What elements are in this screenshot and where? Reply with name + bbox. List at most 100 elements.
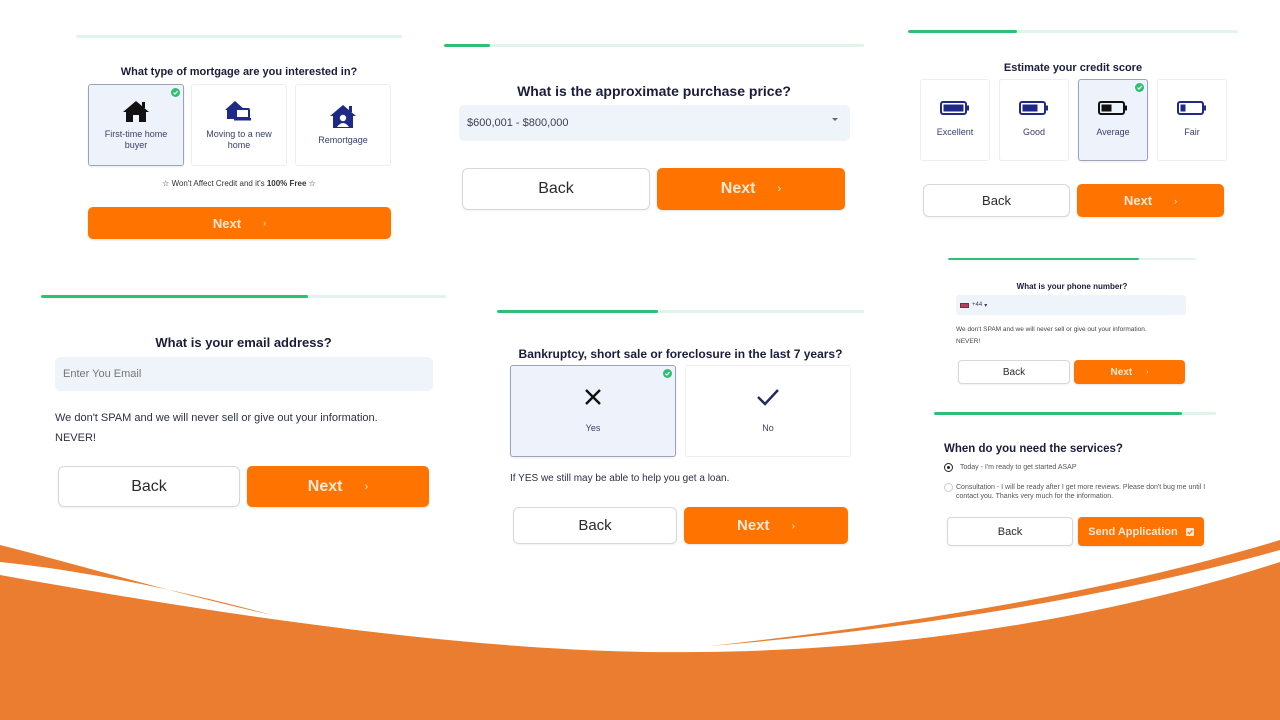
spam-note-line1: We don't SPAM and we will never sell or … [956, 326, 1147, 333]
back-button[interactable]: Back [462, 168, 650, 210]
next-label: Next [1110, 366, 1133, 378]
house-laptop-icon [225, 100, 251, 121]
next-label: Next [212, 215, 242, 231]
option-moving-home[interactable]: Moving to a new home [191, 84, 287, 166]
option-label: Good [1022, 127, 1046, 138]
spam-note: We don't SPAM and we will never sell or … [55, 408, 378, 448]
purchase-price-panel: What is the approximate purchase price? … [444, 40, 864, 215]
next-label: Next [736, 517, 770, 534]
credit-score-panel: Estimate your credit score Excellent Goo… [908, 27, 1238, 222]
progress-bar [76, 35, 402, 38]
progress-fill [41, 295, 309, 298]
select-value: $600,001 - $800,000 [467, 117, 569, 129]
spam-note-line2: NEVER! [956, 338, 981, 345]
progress-fill [444, 44, 491, 47]
spam-note: We don't SPAM and we will never sell or … [956, 324, 1147, 348]
question-title: What is your email address? [155, 335, 332, 350]
question-title: What is your phone number? [1016, 282, 1128, 291]
radio-option-today[interactable]: Today - I'm ready to get started ASAP [944, 463, 1077, 472]
option-good[interactable]: Good [999, 79, 1069, 161]
option-remortgage[interactable]: Remortgage [295, 84, 391, 166]
spam-note-line1: We don't SPAM and we will never sell or … [55, 412, 378, 424]
back-button[interactable]: Back [58, 466, 240, 507]
question-title: When do you need the services? [944, 443, 1123, 455]
selected-check-icon [663, 369, 672, 378]
back-button[interactable]: Back [923, 184, 1070, 217]
checkmark-icon [757, 389, 779, 407]
next-button[interactable]: Next › [1074, 360, 1185, 384]
next-button[interactable]: Next › [1077, 184, 1224, 217]
send-application-button[interactable]: Send Application [1078, 517, 1204, 546]
chevron-right-icon: › [263, 218, 267, 228]
option-label: Moving to a new home [206, 128, 272, 150]
checkbox-icon [1185, 527, 1194, 536]
option-fair[interactable]: Fair [1157, 79, 1227, 161]
yes-note: If YES we still may be able to help you … [510, 473, 730, 484]
progress-bar [948, 258, 1196, 260]
chevron-right-icon: › [1146, 368, 1149, 376]
option-label: Average [1096, 127, 1130, 138]
option-excellent[interactable]: Excellent [920, 79, 990, 161]
next-label: Next [720, 180, 756, 197]
progress-bar [444, 44, 864, 47]
battery-three-quarters-icon [1019, 101, 1048, 116]
option-average[interactable]: Average [1078, 79, 1148, 161]
chevron-right-icon: › [364, 480, 369, 493]
option-label: No [762, 423, 774, 434]
option-label: Remortgage [318, 135, 368, 146]
mortgage-type-panel: What type of mortgage are you interested… [76, 30, 402, 245]
selected-check-icon [171, 88, 180, 97]
progress-bar [41, 295, 446, 298]
radio-unselected-icon[interactable] [944, 483, 953, 492]
radio-label: Consultation - I will be ready after I g… [956, 484, 1206, 500]
x-icon [585, 389, 601, 406]
question-title: What type of mortgage are you interested… [120, 66, 358, 78]
progress-fill [497, 310, 659, 313]
progress-fill [908, 30, 1017, 33]
spam-note-line2: NEVER! [55, 432, 96, 444]
email-panel: What is your email address? We don't SPA… [41, 294, 446, 509]
house-icon [123, 100, 149, 122]
wave-left-sliver [0, 545, 272, 615]
question-title: Estimate your credit score [1003, 62, 1143, 74]
free-note-text: ☆ Won't Affect Credit and it's [162, 179, 267, 188]
option-no[interactable]: No [685, 365, 851, 457]
next-button[interactable]: Next › [657, 168, 845, 210]
option-first-time-buyer[interactable]: First-time home buyer [88, 84, 184, 166]
email-input[interactable] [55, 357, 433, 391]
radio-selected-icon[interactable] [944, 463, 953, 472]
next-button[interactable]: Next › [247, 466, 429, 507]
services-panel: When do you need the services? Today - I… [934, 410, 1216, 550]
battery-quarter-icon [1177, 101, 1206, 116]
progress-bar [497, 310, 864, 313]
chevron-right-icon: › [791, 519, 796, 532]
option-label: Yes [585, 423, 601, 434]
next-button[interactable]: Next › [684, 507, 848, 544]
phone-input[interactable]: +44 ▾ [956, 295, 1186, 315]
back-button[interactable]: Back [958, 360, 1070, 384]
option-yes[interactable]: Yes [510, 365, 676, 457]
next-label: Next [307, 477, 343, 495]
country-code[interactable]: +44 [972, 302, 982, 308]
wave-main [0, 562, 1280, 720]
purchase-price-select[interactable]: $600,001 - $800,000 [459, 105, 850, 141]
free-note-suffix: ☆ [306, 179, 316, 188]
question-title: What is the approximate purchase price? [517, 83, 791, 99]
chevron-right-icon: › [777, 183, 782, 195]
question-title: Bankruptcy, short sale or foreclosure in… [518, 347, 843, 361]
chevron-right-icon: › [1174, 195, 1178, 206]
back-button[interactable]: Back [947, 517, 1073, 546]
radio-option-consultation[interactable]: Consultation - I will be ready after I g… [944, 483, 1224, 501]
wave-right-sliver [710, 540, 1280, 646]
progress-fill [948, 258, 1139, 260]
phone-panel: What is your phone number? +44 ▾ We don'… [948, 256, 1196, 388]
free-note-bold: 100% Free [266, 179, 307, 188]
country-dropdown-icon[interactable]: ▾ [984, 302, 987, 309]
progress-fill [934, 412, 1183, 415]
bankruptcy-panel: Bankruptcy, short sale or foreclosure in… [497, 309, 864, 549]
next-label: Next [1123, 193, 1153, 208]
next-button[interactable]: Next › [88, 207, 391, 239]
send-label: Send Application [1088, 525, 1178, 538]
selected-check-icon [1135, 83, 1144, 92]
back-button[interactable]: Back [513, 507, 677, 544]
